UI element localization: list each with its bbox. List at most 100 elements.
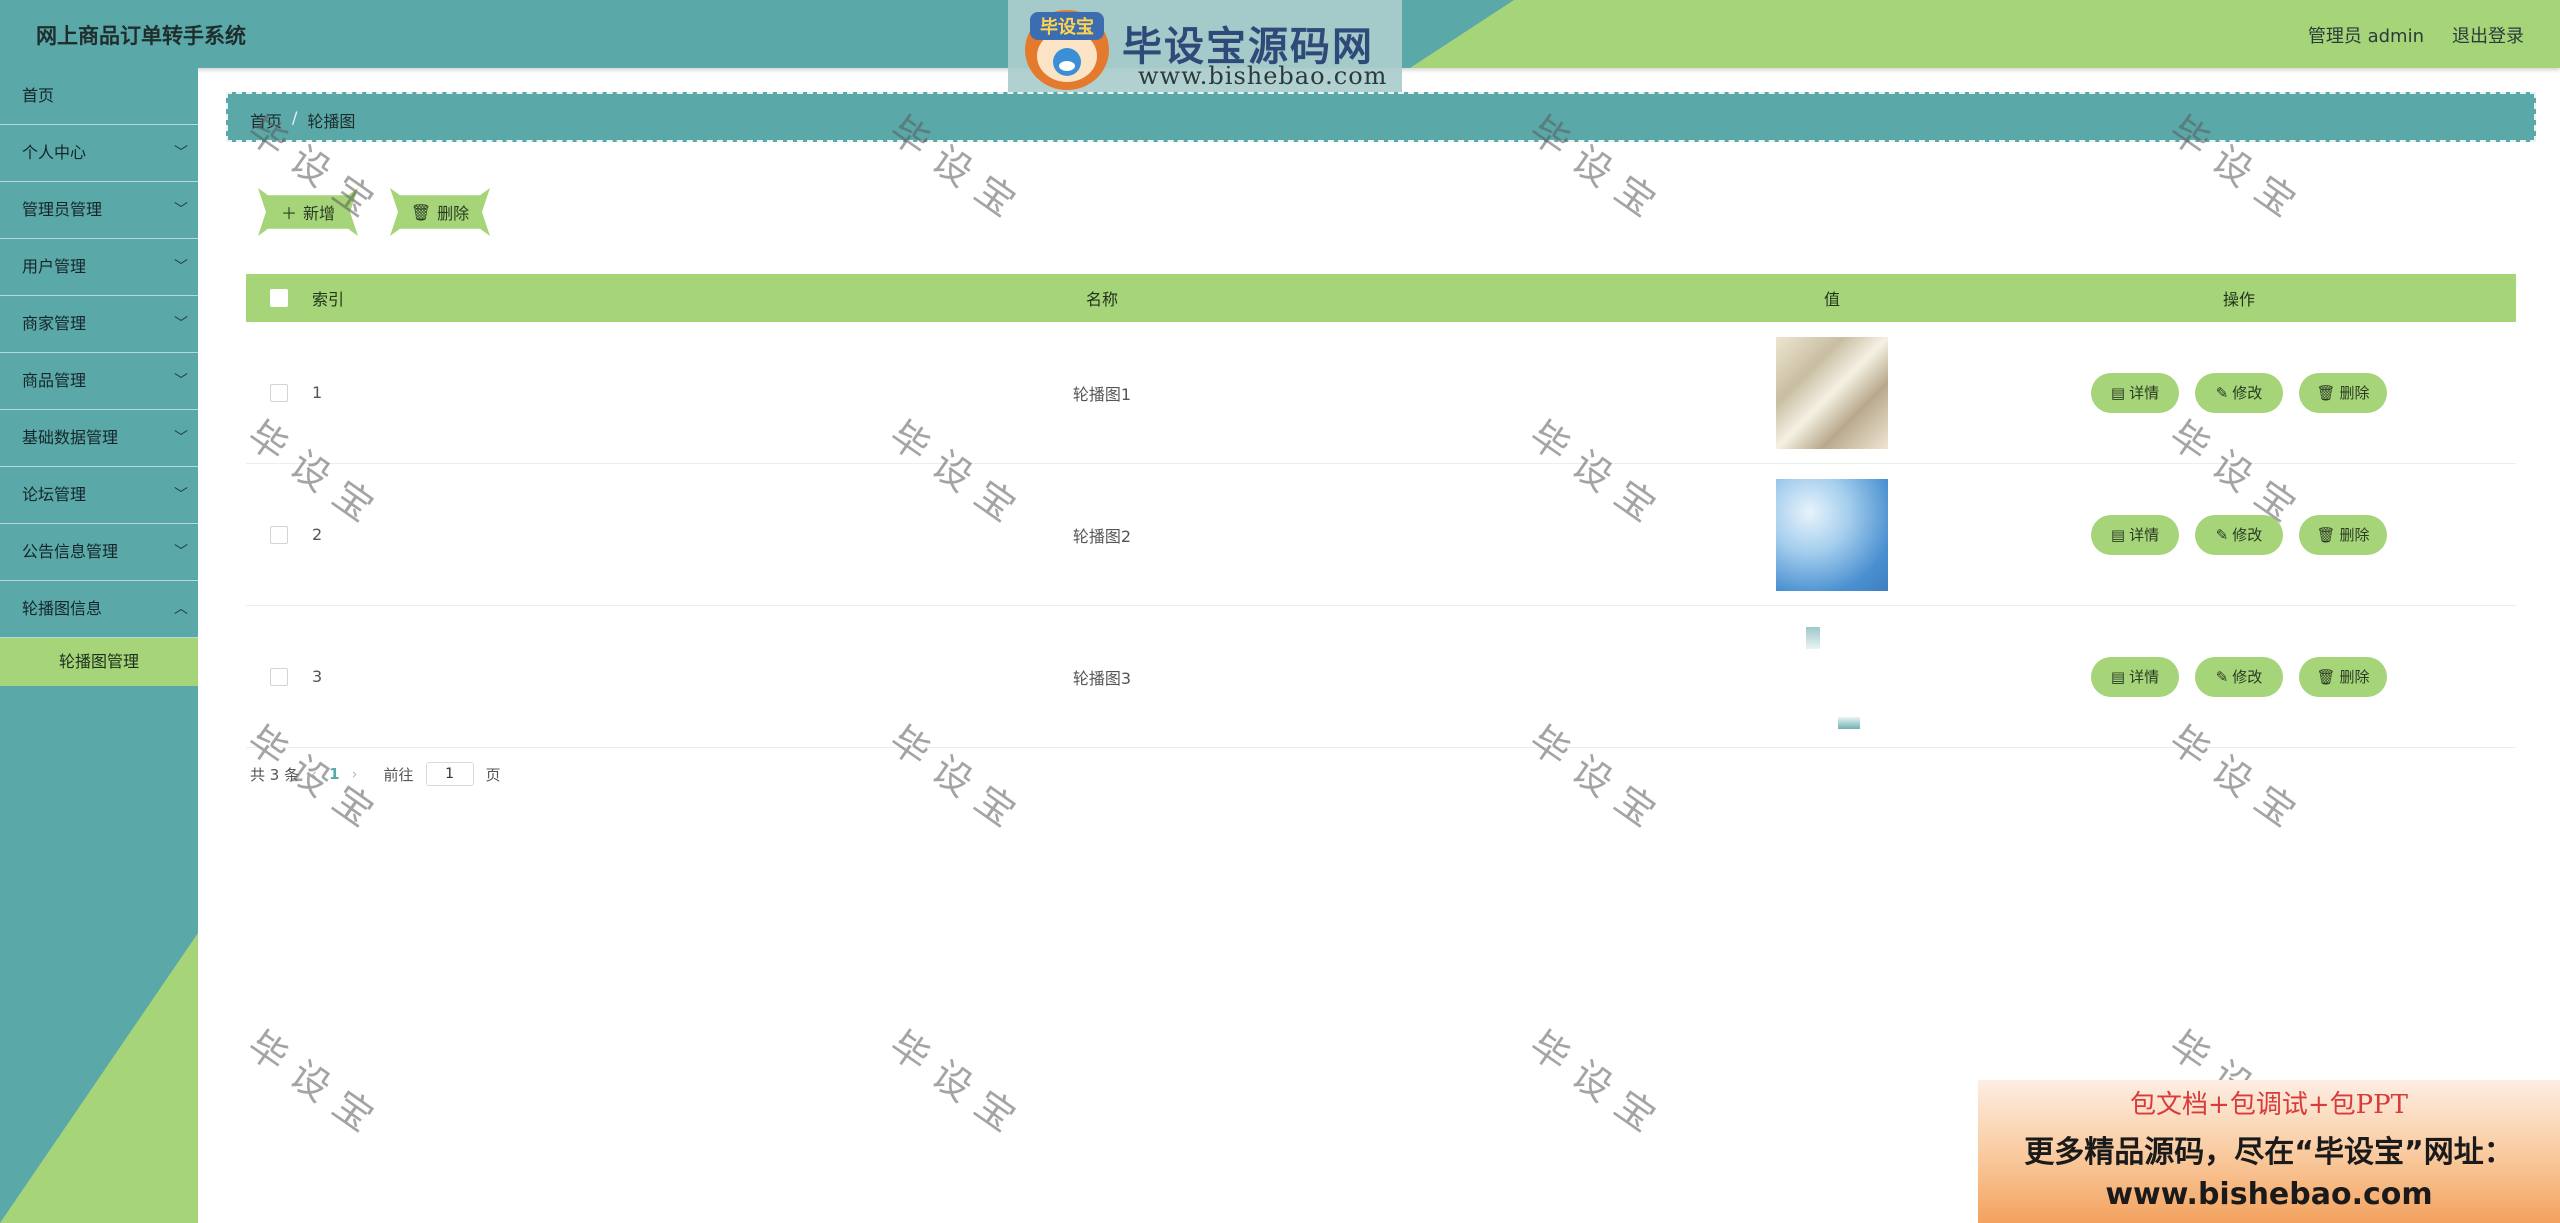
- logo-url: www.bishebao.com: [1138, 62, 1388, 90]
- total-count: 共 3 条: [250, 765, 300, 784]
- trash-icon: 🗑: [2316, 383, 2336, 402]
- edit-label: 修改: [2232, 668, 2263, 686]
- delete-label: 删除: [2339, 384, 2370, 402]
- sidebar-item-basic-data-management[interactable]: 基础数据管理 ﹀: [0, 410, 198, 467]
- breadcrumb-separator: /: [292, 108, 298, 127]
- pencil-icon: ✎: [2215, 383, 2229, 402]
- table-header: 索引 名称 值 操作: [246, 274, 2516, 322]
- trash-icon: 🗑: [2316, 667, 2336, 686]
- promo-line-1: 包文档+包调试+包PPT: [2130, 1090, 2408, 1120]
- document-icon: ▤: [2110, 383, 2126, 402]
- sidebar-item-label: 轮播图信息: [22, 599, 103, 618]
- detail-button[interactable]: ▤ 详情: [2091, 514, 2179, 555]
- trash-icon: 🗑: [410, 202, 432, 222]
- chevron-down-icon: ﹀: [174, 430, 188, 446]
- pencil-icon: ✎: [2215, 525, 2229, 544]
- breadcrumb: 首页 / 轮播图: [250, 108, 355, 132]
- header-user-area: 管理员 admin 退出登录: [2308, 22, 2524, 48]
- row-checkbox[interactable]: [270, 383, 288, 402]
- column-header-name: 名称: [1085, 290, 1118, 309]
- row-name: 轮播图3: [1072, 668, 1132, 688]
- detail-button[interactable]: ▤ 详情: [2091, 656, 2179, 697]
- edit-label: 修改: [2232, 384, 2263, 402]
- sidebar-item-product-management[interactable]: 商品管理 ﹀: [0, 353, 198, 410]
- batch-delete-label: 删除: [437, 204, 470, 223]
- sidebar-item-label: 管理员管理: [22, 200, 103, 219]
- row-index: 2: [312, 525, 323, 544]
- chevron-down-icon: ﹀: [174, 145, 188, 161]
- row-index: 1: [312, 383, 323, 402]
- carousel-table: 索引 名称 值 操作 1 轮播图1 ▤ 详情 ✎ 修改 🗑 删除 2 轮播图2 ▤ 详情…: [246, 274, 2516, 748]
- column-header-actions: 操作: [2222, 290, 2255, 309]
- sidebar-item-personal-center[interactable]: 个人中心 ﹀: [0, 125, 198, 182]
- admin-label[interactable]: 管理员 admin: [2308, 22, 2424, 48]
- delete-button[interactable]: 🗑 删除: [2299, 656, 2387, 697]
- sidebar-item-label: 商品管理: [22, 371, 87, 390]
- sidebar-item-admin-management[interactable]: 管理员管理 ﹀: [0, 182, 198, 239]
- sidebar-item-label: 首页: [22, 86, 55, 105]
- chevron-down-icon: ﹀: [174, 202, 188, 218]
- document-icon: ▤: [2110, 667, 2126, 686]
- sidebar-decoration: [0, 933, 198, 1223]
- watermark-text: 毕设宝: [239, 1022, 393, 1148]
- plus-icon: ＋: [280, 204, 297, 223]
- row-name: 轮播图1: [1072, 384, 1132, 404]
- edit-button[interactable]: ✎ 修改: [2195, 514, 2283, 555]
- table-row: 3 轮播图3 ▤ 详情 ✎ 修改 🗑 删除: [246, 606, 2516, 748]
- add-button-label: 新增: [303, 204, 336, 223]
- sidebar: 首页 个人中心 ﹀ 管理员管理 ﹀ 用户管理 ﹀ 商家管理 ﹀ 商品管理 ﹀ 基…: [0, 68, 198, 1223]
- pagination: 共 3 条 ‹ 1 › 前往 页: [250, 762, 501, 786]
- column-header-value: 值: [1823, 290, 1840, 309]
- breadcrumb-bar: 首页 / 轮播图: [226, 92, 2536, 142]
- watermark-text: 毕设宝: [881, 1022, 1035, 1148]
- chevron-down-icon: ﹀: [174, 544, 188, 560]
- app-title: 网上商品订单转手系统: [36, 24, 246, 48]
- sidebar-subitem-carousel-management[interactable]: 轮播图管理: [0, 638, 198, 686]
- promo-line-3: www.bishebao.com: [2105, 1177, 2433, 1212]
- prev-page-icon[interactable]: ‹: [311, 765, 317, 783]
- edit-button[interactable]: ✎ 修改: [2195, 372, 2283, 413]
- chevron-down-icon: ﹀: [174, 373, 188, 389]
- next-page-icon[interactable]: ›: [352, 765, 358, 783]
- logout-button[interactable]: 退出登录: [2452, 22, 2524, 48]
- sidebar-item-merchant-management[interactable]: 商家管理 ﹀: [0, 296, 198, 353]
- add-button[interactable]: ＋ 新增: [258, 188, 358, 236]
- delete-label: 删除: [2339, 668, 2370, 686]
- edit-label: 修改: [2232, 526, 2263, 544]
- sidebar-item-label: 商家管理: [22, 314, 87, 333]
- row-checkbox[interactable]: [270, 667, 288, 686]
- trash-icon: 🗑: [2316, 525, 2336, 544]
- promo-banner[interactable]: 包文档+包调试+包PPT 更多精品源码，尽在“毕设宝”网址： www.bishe…: [1978, 1080, 2560, 1223]
- table-row: 2 轮播图2 ▤ 详情 ✎ 修改 🗑 删除: [246, 464, 2516, 606]
- batch-delete-button[interactable]: 🗑 删除: [390, 188, 490, 236]
- sidebar-item-user-management[interactable]: 用户管理 ﹀: [0, 239, 198, 296]
- delete-label: 删除: [2339, 526, 2370, 544]
- carousel-image-thumbnail[interactable]: [1776, 336, 1888, 449]
- delete-button[interactable]: 🗑 删除: [2299, 372, 2387, 413]
- chevron-down-icon: ﹀: [174, 259, 188, 275]
- carousel-image-thumbnail[interactable]: [1776, 620, 1888, 733]
- delete-button[interactable]: 🗑 删除: [2299, 514, 2387, 555]
- row-name: 轮播图2: [1072, 526, 1132, 546]
- promo-line-2: 更多精品源码，尽在“毕设宝”网址：: [2024, 1135, 2514, 1170]
- chevron-up-icon: ︿: [174, 601, 188, 617]
- chevron-down-icon: ﹀: [174, 316, 188, 332]
- site-logo: 毕设宝 毕设宝源码网 www.bishebao.com: [1008, 0, 1402, 102]
- logo-badge-text: 毕设宝: [1040, 16, 1094, 38]
- sidebar-item-home[interactable]: 首页: [0, 68, 198, 125]
- select-all-checkbox[interactable]: [270, 289, 288, 307]
- row-checkbox[interactable]: [270, 525, 288, 544]
- sidebar-item-carousel-info[interactable]: 轮播图信息 ︿: [0, 581, 198, 638]
- carousel-image-thumbnail[interactable]: [1776, 478, 1888, 591]
- row-index: 3: [312, 667, 323, 686]
- edit-button[interactable]: ✎ 修改: [2195, 656, 2283, 697]
- page-jump-input[interactable]: [425, 762, 474, 786]
- sidebar-item-notice-management[interactable]: 公告信息管理 ﹀: [0, 524, 198, 581]
- mascot-logo-icon: 毕设宝: [1025, 10, 1109, 90]
- column-header-index: 索引: [312, 290, 345, 309]
- page-number[interactable]: 1: [329, 765, 339, 783]
- breadcrumb-home[interactable]: 首页: [250, 108, 282, 132]
- sidebar-item-forum-management[interactable]: 论坛管理 ﹀: [0, 467, 198, 524]
- sidebar-item-label: 用户管理: [22, 257, 87, 276]
- detail-button[interactable]: ▤ 详情: [2091, 372, 2179, 413]
